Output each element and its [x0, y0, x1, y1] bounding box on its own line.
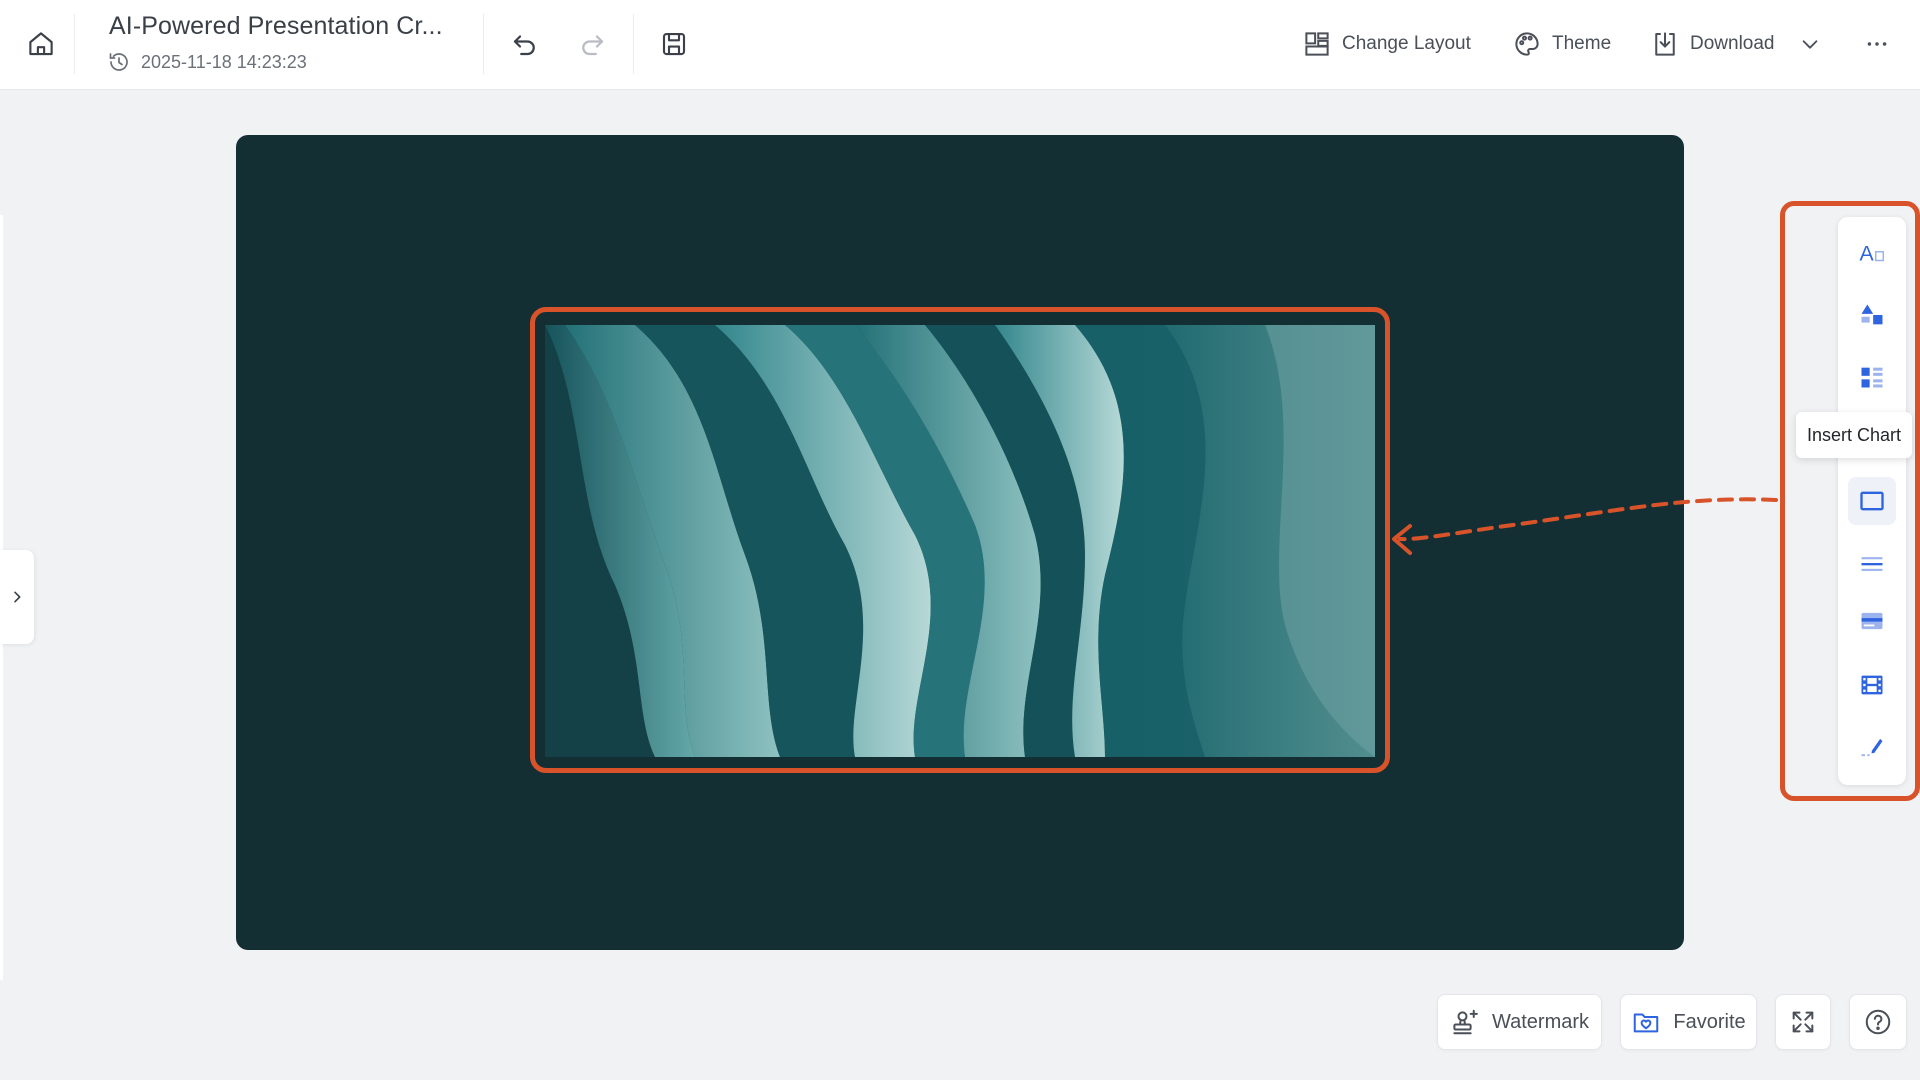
- timestamp-text: 2025-11-18 14:23:23: [141, 51, 307, 72]
- insert-toolbar: A: [1838, 217, 1906, 785]
- help-button[interactable]: [1849, 994, 1907, 1050]
- top-bar: AI-Powered Presentation Cr... 2025-11-18…: [0, 0, 1920, 90]
- more-horizontal-icon: [1867, 42, 1887, 46]
- divider: [74, 14, 75, 74]
- pen-draw-icon: [1861, 738, 1883, 757]
- undo-button[interactable]: [505, 24, 545, 64]
- home-icon: [29, 32, 53, 56]
- home-button[interactable]: [22, 25, 60, 63]
- image-frame-tool-button[interactable]: [1848, 477, 1896, 525]
- more-options-button[interactable]: [1857, 24, 1897, 64]
- document-title[interactable]: AI-Powered Presentation Cr...: [109, 12, 443, 41]
- download-options-button[interactable]: [1790, 24, 1830, 64]
- theme-label: Theme: [1552, 33, 1612, 54]
- save-button[interactable]: [654, 24, 694, 64]
- favorite-folder-heart-icon: [1634, 1013, 1659, 1033]
- chevron-right-icon: [14, 591, 21, 603]
- divider-lines-icon: [1861, 557, 1883, 571]
- favorite-label: Favorite: [1673, 1010, 1746, 1033]
- text-tool-button[interactable]: A: [1848, 229, 1896, 277]
- download-button[interactable]: Download: [1650, 26, 1775, 62]
- line-tool-button[interactable]: [1848, 539, 1896, 587]
- last-saved-time: 2025-11-18 14:23:23: [107, 50, 307, 74]
- video-tool-button[interactable]: [1848, 661, 1896, 709]
- clock-history-icon: [109, 53, 128, 71]
- text-icon: A: [1860, 242, 1884, 266]
- expand-slides-panel-button[interactable]: [0, 550, 34, 644]
- help-question-icon: [1865, 1009, 1891, 1035]
- watermark-button[interactable]: Watermark: [1437, 994, 1602, 1050]
- theme-button[interactable]: Theme: [1512, 26, 1611, 62]
- download-icon: [1655, 32, 1675, 56]
- watermark-label: Watermark: [1491, 1010, 1590, 1033]
- insert-chart-tooltip: Insert Chart: [1796, 412, 1912, 458]
- change-layout-button[interactable]: Change Layout: [1302, 26, 1471, 62]
- banner-icon: [1861, 612, 1883, 630]
- chevron-down-icon: [1802, 40, 1818, 49]
- undo-icon: [513, 35, 535, 56]
- watermark-stamp-icon: [1453, 1009, 1478, 1035]
- chart-grid-icon: [1861, 367, 1883, 388]
- shapes-icon: [1861, 304, 1883, 325]
- draw-tool-button[interactable]: [1848, 723, 1896, 771]
- redo-icon: [582, 35, 604, 56]
- film-icon: [1861, 675, 1883, 695]
- palette-icon: [1515, 32, 1539, 56]
- favorite-button[interactable]: Favorite: [1620, 994, 1757, 1050]
- change-layout-label: Change Layout: [1342, 33, 1471, 54]
- save-icon: [662, 32, 686, 56]
- abstract-wave-image: [545, 325, 1375, 757]
- shape-tool-button[interactable]: [1848, 291, 1896, 339]
- fullscreen-button[interactable]: [1775, 994, 1831, 1050]
- download-label: Download: [1690, 33, 1775, 54]
- fullscreen-expand-icon: [1792, 1011, 1814, 1033]
- svg-text:A: A: [1860, 242, 1875, 266]
- slide-canvas[interactable]: [236, 135, 1684, 950]
- divider: [483, 14, 484, 74]
- redo-button[interactable]: [572, 24, 612, 64]
- image-frame-icon: [1860, 491, 1884, 511]
- banner-tool-button[interactable]: [1848, 597, 1896, 645]
- slide-image[interactable]: [545, 325, 1375, 757]
- divider: [633, 14, 634, 74]
- chart-tool-button[interactable]: [1848, 353, 1896, 401]
- layout-icon: [1305, 32, 1329, 56]
